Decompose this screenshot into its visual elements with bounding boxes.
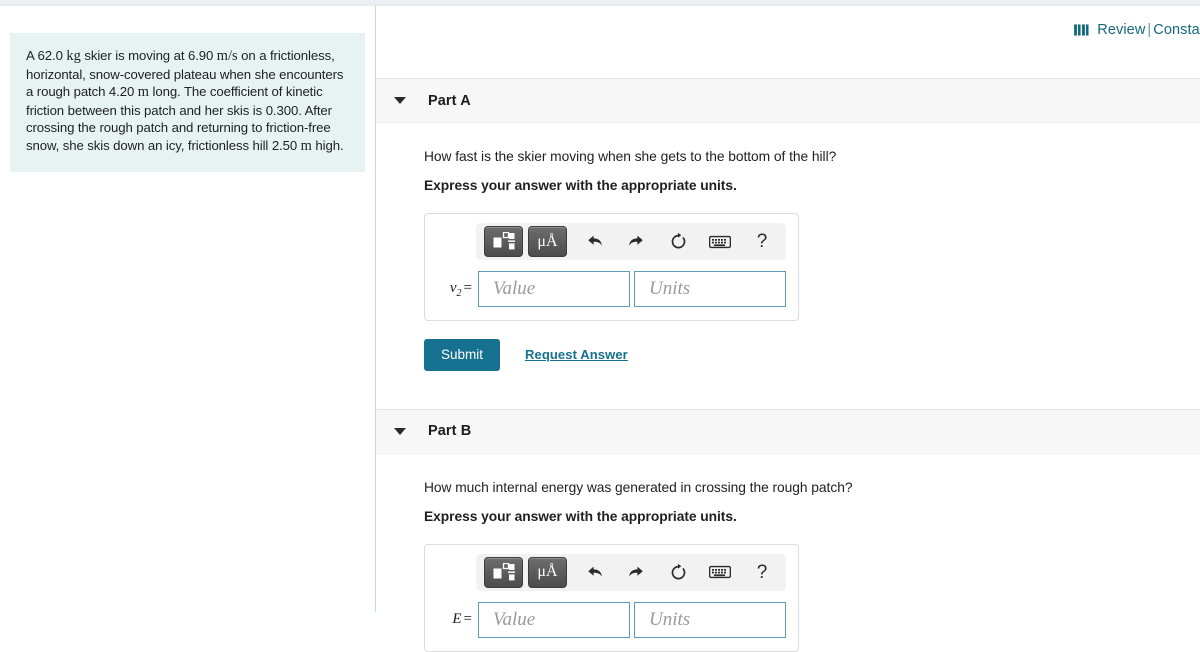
part-a-variable-subscript: 2 — [456, 287, 462, 299]
work-pane: Review|Constan Part A How fast is the sk… — [376, 6, 1200, 652]
redo-icon[interactable] — [621, 558, 651, 586]
units-button-label: μÅ — [537, 563, 558, 580]
part-b-value-input[interactable]: Value — [478, 601, 630, 638]
redo-icon[interactable] — [621, 228, 651, 256]
keyboard-icon[interactable] — [705, 558, 735, 586]
part-a-body: How fast is the skier moving when she ge… — [376, 149, 1200, 371]
problem-text-run: A 62.0 — [26, 48, 67, 63]
part-a-units-input[interactable]: Units — [634, 271, 786, 307]
part-a-header[interactable]: Part A — [376, 78, 1200, 123]
problem-unit-token: m — [137, 84, 149, 101]
part-a-title: Part A — [428, 92, 471, 109]
part-b-body: How much internal energy was generated i… — [376, 480, 1200, 652]
part-a-variable-label: v2 = — [435, 280, 478, 299]
part-a-variable-symbol: v — [449, 279, 457, 296]
part-b-variable-symbol: E — [452, 611, 462, 627]
part-a-answer-box: μÅ ? v2 = Value Units — [424, 213, 799, 321]
part-section-b: Part B How much internal energy was gene… — [376, 408, 1200, 652]
help-icon[interactable]: ? — [747, 558, 777, 586]
constants-link[interactable]: Constan — [1153, 22, 1200, 38]
part-b-variable-label: E = — [435, 611, 478, 628]
part-a-express-instruction: Express your answer with the appropriate… — [424, 178, 737, 193]
problem-unit-token: m — [300, 137, 312, 154]
part-a-request-answer-link[interactable]: Request Answer — [525, 347, 628, 362]
review-link[interactable]: Review — [1097, 22, 1145, 38]
undo-icon[interactable] — [579, 558, 609, 586]
part-b-express-instruction: Express your answer with the appropriate… — [424, 508, 737, 524]
part-b-math-toolbar: μÅ ? — [476, 553, 786, 591]
part-b-units-input[interactable]: Units — [634, 601, 786, 638]
problem-statement-card: A 62.0 kg skier is moving at 6.90 m/s on… — [10, 33, 365, 172]
part-a-equals-sign: = — [463, 279, 472, 296]
part-a-question: How fast is the skier moving when she ge… — [424, 149, 837, 164]
help-icon[interactable]: ? — [747, 228, 777, 256]
units-button[interactable]: μÅ — [528, 556, 567, 588]
math-template-button[interactable] — [484, 556, 523, 588]
part-a-submit-button[interactable]: Submit — [424, 339, 501, 371]
open-book-icon — [1074, 24, 1089, 36]
reset-icon[interactable] — [663, 228, 693, 256]
problem-unit-token: m/s — [216, 48, 238, 64]
part-b-question: How much internal energy was generated i… — [424, 479, 853, 495]
problem-unit-token: kg — [66, 48, 81, 64]
chevron-down-icon[interactable] — [394, 427, 406, 435]
review-constants-bar: Review|Constan — [1074, 22, 1200, 38]
chevron-down-icon[interactable] — [394, 97, 406, 104]
part-b-header[interactable]: Part B — [376, 408, 1200, 454]
units-button-label: μÅ — [537, 232, 558, 250]
review-constants-links[interactable]: Review|Constan — [1097, 22, 1200, 38]
part-a-submit-row: Submit Request Answer — [424, 339, 1200, 371]
part-section-a: Part A How fast is the skier moving when… — [376, 78, 1200, 371]
part-b-equals-sign: = — [463, 611, 472, 627]
units-button[interactable]: μÅ — [528, 226, 567, 257]
problem-statement-text: A 62.0 kg skier is moving at 6.90 m/s on… — [26, 47, 349, 156]
part-b-title: Part B — [428, 423, 472, 439]
part-a-answer-row: v2 = Value Units — [435, 271, 788, 307]
keyboard-icon[interactable] — [705, 228, 735, 256]
undo-icon[interactable] — [579, 228, 609, 256]
link-separator: | — [1147, 22, 1152, 38]
part-a-value-placeholder: Value — [493, 278, 536, 299]
parts-container: Part A How fast is the skier moving when… — [376, 78, 1200, 652]
part-a-math-toolbar: μÅ ? — [476, 223, 786, 260]
problem-pane: A 62.0 kg skier is moving at 6.90 m/s on… — [0, 6, 375, 612]
help-icon-label: ? — [756, 231, 768, 252]
problem-text-run: high. — [311, 137, 344, 153]
math-template-button[interactable] — [484, 226, 523, 257]
part-b-answer-row: E = Value Units — [435, 601, 788, 638]
part-a-value-input[interactable]: Value — [478, 271, 630, 307]
part-a-units-placeholder: Units — [649, 278, 691, 299]
part-b-answer-box: μÅ ? E = Value Units — [424, 543, 799, 652]
help-icon-label: ? — [756, 561, 768, 583]
problem-text-run: skier is moving at 6.90 — [80, 48, 217, 63]
reset-icon[interactable] — [663, 558, 693, 586]
